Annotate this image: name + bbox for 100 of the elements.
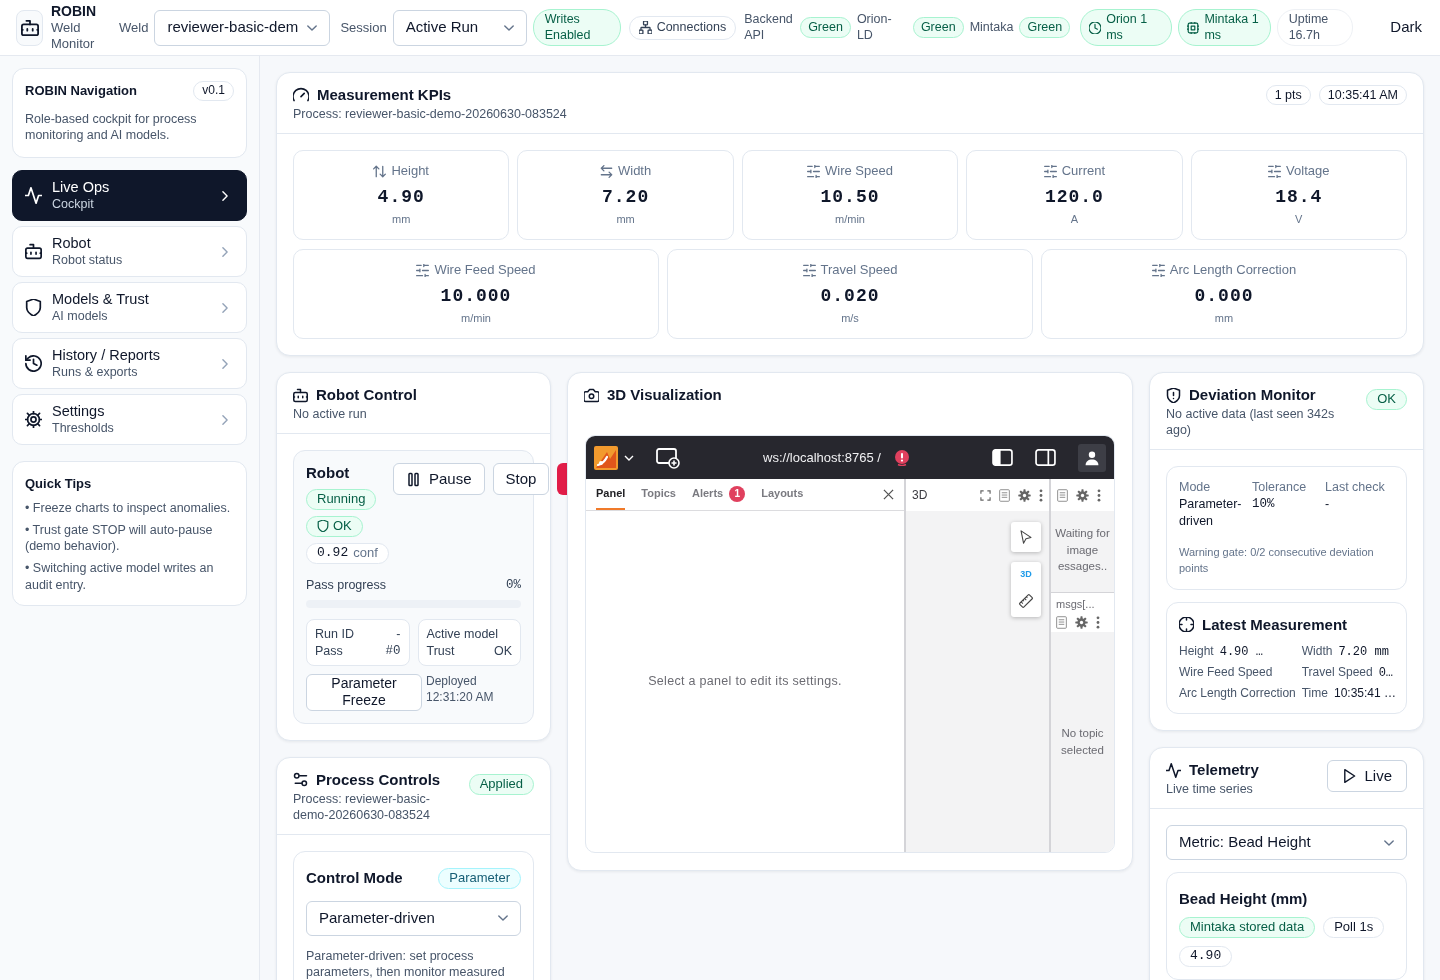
fullscreen-icon[interactable] [980, 489, 991, 501]
live-button[interactable]: Live [1327, 760, 1407, 793]
more-icon[interactable] [1097, 488, 1101, 502]
sidebar-right-icon[interactable] [1035, 449, 1056, 466]
version-badge: v0.1 [193, 81, 234, 101]
kpi-unit: A [1070, 212, 1079, 227]
confidence-value: 0.92 [317, 544, 349, 562]
robot-icon [25, 243, 42, 261]
select-tool-button[interactable] [1011, 522, 1041, 552]
metric-select[interactable]: Metric: Bead Height [1166, 825, 1407, 861]
progress-label: Pass progress [306, 576, 386, 594]
chip-icon [1187, 21, 1200, 34]
info-value: OK [493, 642, 512, 659]
writes-badge: Writes Enabled [532, 8, 621, 47]
mode-badge: Parameter [438, 867, 521, 889]
list-icon[interactable] [1056, 615, 1067, 629]
progress-reading: 0% [506, 576, 521, 594]
pulse-icon [25, 187, 42, 205]
panel-tab[interactable]: Panel [596, 479, 626, 510]
panel-title: Deviation Monitor [1189, 385, 1316, 405]
kpi-value: 120.0 [1044, 186, 1104, 208]
more-icon[interactable] [1039, 488, 1043, 502]
panel-title: 3D Visualization [607, 385, 722, 405]
theme-button[interactable]: Dark [1390, 16, 1430, 39]
settings-icon[interactable] [1076, 488, 1089, 502]
measurement-label: Width [1301, 642, 1333, 659]
sliders-icon [807, 164, 821, 178]
connections-button[interactable]: Connections [628, 15, 737, 40]
list-icon[interactable] [999, 488, 1010, 502]
measurement-value: 10:35:41 … [1333, 685, 1396, 702]
nav-item[interactable]: Live Ops Cockpit [12, 170, 247, 222]
caret-icon[interactable] [624, 454, 634, 461]
latency-text: Orion 1 ms [1106, 11, 1149, 44]
camera-icon [584, 387, 599, 403]
field-label: Tolerance [1252, 479, 1308, 496]
add-panel-icon[interactable] [656, 446, 680, 469]
measurement-value: 0… [1378, 664, 1394, 681]
action-button[interactable]: Stop [492, 463, 550, 495]
kpi-unit: mm [616, 212, 635, 227]
account-button[interactable] [1078, 443, 1106, 472]
cursor-icon [1019, 530, 1033, 544]
info-label: Trust [426, 642, 455, 659]
nav-item[interactable]: Settings Thresholds [12, 394, 247, 446]
measurement-title: Latest Measurement [1202, 614, 1348, 635]
kpi-value: 0.020 [820, 285, 880, 307]
panel-tab[interactable]: Topics [641, 479, 676, 510]
kpi-label: Height [391, 162, 429, 181]
kpi-unit: mm [392, 212, 411, 227]
mode-description: Parameter-driven: set process parameters, then monitor measured [306, 947, 506, 980]
alert-icon [894, 449, 909, 466]
kpi-label: Current [1061, 162, 1106, 181]
close-icon[interactable] [883, 489, 894, 500]
source-badge: Mintaka stored data [1179, 917, 1316, 939]
field-value: 10% [1252, 495, 1276, 513]
mode-title: Control Mode [306, 868, 403, 889]
panel-title: msgs[... [1056, 597, 1096, 612]
panel-title: Robot Control [316, 385, 417, 405]
panel-subtitle: No active data (last seen 342s ago) [1166, 406, 1336, 438]
info-value: #0 [385, 642, 401, 659]
panel-tab[interactable]: Alerts 1 [692, 479, 746, 510]
kpi-value: 18.4 [1275, 186, 1323, 208]
connection-url: ws://localhost:8765 / [763, 448, 881, 467]
mode-select[interactable]: Parameter-driven [306, 900, 521, 936]
nav-item[interactable]: History / Reports Runs & exports [12, 338, 247, 390]
session-select[interactable]: Active Run [392, 9, 527, 46]
clock-icon [1089, 21, 1102, 34]
panel-tab[interactable]: Layouts [761, 479, 804, 510]
sliders-icon [416, 263, 430, 277]
settings-icon[interactable] [1075, 615, 1088, 629]
service-label: Backend API [744, 11, 794, 44]
process-text: Process: reviewer-basic-demo-20260630-083524 [293, 106, 567, 122]
gauge-icon [293, 87, 309, 103]
kpi-unit: V [1295, 212, 1303, 227]
sliders-icon [1043, 164, 1057, 178]
ruler-icon[interactable] [1018, 593, 1034, 609]
sidebar-left-icon[interactable] [992, 449, 1013, 466]
measurement-label: Time [1301, 685, 1328, 702]
sliders-icon [293, 772, 308, 788]
settings-icon[interactable] [1018, 488, 1031, 502]
kpi-label: Arc Length Correction [1169, 261, 1297, 280]
user-icon [1084, 449, 1100, 466]
navigation-description: Role-based cockpit for process monitoring and AI models. [25, 110, 198, 144]
nav-item[interactable]: Models & Trust AI models [12, 282, 247, 334]
weld-select[interactable]: reviewer-basic-dem [154, 9, 331, 46]
freeze-button[interactable]: Parameter Freeze [306, 673, 422, 711]
robot-icon [293, 387, 308, 403]
info-label: Active model [426, 626, 499, 643]
state-badge: Running [306, 489, 377, 510]
tip-text: • Switching active model writes an audit entry. [25, 560, 215, 593]
session-label: Session [340, 18, 387, 37]
pause-button[interactable]: Pause [393, 463, 485, 495]
more-icon[interactable] [1096, 615, 1100, 629]
series-title: Bead Height (mm) [1179, 889, 1309, 910]
network-icon [638, 21, 652, 34]
nav-item[interactable]: Robot Robot status [12, 226, 247, 278]
navigation-title: ROBIN Navigation [25, 82, 137, 101]
robot-title: Robot [306, 463, 350, 483]
robot-icon [16, 9, 43, 46]
up-down-arrows-icon [373, 164, 387, 178]
list-icon[interactable] [1057, 488, 1068, 502]
